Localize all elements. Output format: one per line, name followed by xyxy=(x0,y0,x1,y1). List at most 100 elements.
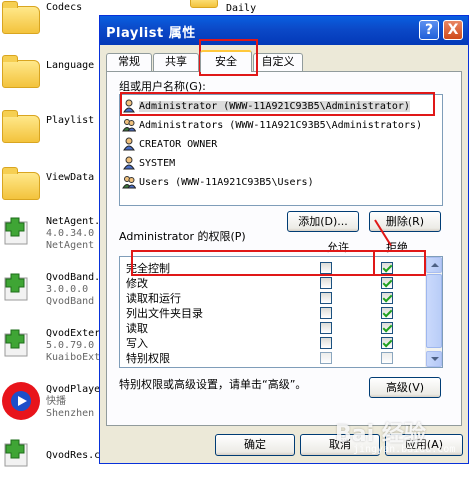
explorer-item-desc: NetAgent xyxy=(46,240,95,251)
explorer-item-playlist[interactable]: Playlist xyxy=(0,110,100,169)
permission-name: 读取和运行 xyxy=(126,292,181,305)
scroll-thumb[interactable] xyxy=(426,274,442,348)
allow-checkbox[interactable] xyxy=(320,292,332,304)
explorer-item-desc: Shenzhen xyxy=(46,408,95,419)
explorer-item-label: QvodExter xyxy=(46,328,101,339)
permission-row: 读取 xyxy=(120,320,426,337)
explorer-item-qvodplayer[interactable]: QvodPlaye 快播 Shenzhen xyxy=(0,382,100,438)
explorer-item-desc: QvodBand xyxy=(46,296,95,307)
explorer-item-version: 3.0.0.0 xyxy=(46,284,89,295)
group-icon xyxy=(122,118,136,132)
explorer-item-label: Playlist xyxy=(46,115,95,126)
deny-checkbox[interactable] xyxy=(381,292,393,304)
permission-name: 写入 xyxy=(126,337,148,350)
allow-checkbox[interactable] xyxy=(320,262,332,274)
qvod-player-icon xyxy=(2,382,40,420)
watermark-sub: jingyan.baidu.com xyxy=(353,444,456,455)
permission-row: 完全控制 xyxy=(120,260,426,277)
properties-dialog: Playlist 属性 ? X 常规 共享 安全 自定义 组或用户名称(G): … xyxy=(99,15,469,464)
deny-checkbox[interactable] xyxy=(381,322,393,334)
scroll-down-button[interactable] xyxy=(426,351,442,367)
dialog-title: Playlist 属性 xyxy=(106,26,196,41)
explorer-item-label: QvodPlaye xyxy=(46,384,101,395)
explorer-item-codecs[interactable]: Codecs xyxy=(0,0,100,56)
explorer-item-language[interactable]: Language xyxy=(0,55,100,114)
user-row-system[interactable]: SYSTEM xyxy=(122,155,175,173)
allow-checkbox[interactable] xyxy=(320,352,332,364)
component-icon xyxy=(4,439,28,467)
tab-customize[interactable]: 自定义 xyxy=(253,53,303,71)
user-icon xyxy=(122,99,136,113)
explorer-item-desc: KuaiboExt xyxy=(46,352,101,363)
tab-general[interactable]: 常规 xyxy=(106,53,152,71)
help-button[interactable]: ? xyxy=(419,20,439,40)
explorer-item-qvodband[interactable]: QvodBand. 3.0.0.0 QvodBand xyxy=(0,270,100,326)
explorer-item-label: QvodRes.c xyxy=(46,450,101,461)
permission-list[interactable]: 特别权限 写入 读取 列出文件夹目录 读取和运行 修改 完全控制 xyxy=(119,256,443,368)
component-icon xyxy=(4,273,28,301)
security-panel: 组或用户名称(G): Administrator (WWW-11A921C93B… xyxy=(106,71,462,426)
add-button[interactable]: 添加(D)... xyxy=(287,211,359,232)
folder-icon xyxy=(2,1,40,34)
explorer-item-label: Codecs xyxy=(46,2,83,13)
folder-icon xyxy=(2,110,40,143)
group-icon xyxy=(122,175,136,189)
user-icon xyxy=(122,156,136,170)
explorer-item-label: Language xyxy=(46,60,95,71)
user-row-creator-owner[interactable]: CREATOR OWNER xyxy=(122,136,217,154)
explorer-item-version: 4.0.34.0 xyxy=(46,228,95,239)
permission-row: 读取和运行 xyxy=(120,290,426,307)
allow-checkbox[interactable] xyxy=(320,322,332,334)
permission-name: 特别权限 xyxy=(126,352,170,365)
tab-security[interactable]: 安全 xyxy=(200,50,252,72)
permission-row: 写入 xyxy=(120,335,426,352)
deny-checkbox[interactable] xyxy=(381,352,393,364)
explorer-item-daily[interactable]: Daily xyxy=(226,3,256,15)
deny-checkbox[interactable] xyxy=(381,307,393,319)
user-name: SYSTEM xyxy=(139,158,176,169)
permission-name: 列出文件夹目录 xyxy=(126,307,203,320)
user-icon xyxy=(122,137,136,151)
scroll-up-button[interactable] xyxy=(426,257,442,273)
tab-sharing[interactable]: 共享 xyxy=(153,53,199,71)
explorer-item-version: 快播 xyxy=(46,396,66,407)
component-icon xyxy=(4,329,28,357)
explorer-item-label: NetAgent. xyxy=(46,216,101,227)
chevron-down-icon xyxy=(431,357,439,361)
explorer-item-version: 5.0.79.0 xyxy=(46,340,95,351)
deny-checkbox[interactable] xyxy=(381,262,393,274)
user-list[interactable]: Administrator (WWW-11A921C93B5\Administr… xyxy=(119,94,443,206)
explorer-item-label: ViewData xyxy=(46,172,95,183)
user-row-administrator[interactable]: Administrator (WWW-11A921C93B5\Administr… xyxy=(122,98,410,116)
allow-checkbox[interactable] xyxy=(320,307,332,319)
allow-checkbox[interactable] xyxy=(320,337,332,349)
user-row-administrators[interactable]: Administrators (WWW-11A921C93B5\Administ… xyxy=(122,117,422,135)
explorer-item-netagent[interactable]: NetAgent. 4.0.34.0 NetAgent xyxy=(0,214,100,270)
allow-header: 允许 xyxy=(327,241,349,254)
permission-row: 特别权限 xyxy=(120,350,426,367)
advanced-button[interactable]: 高级(V) xyxy=(369,377,441,398)
explorer-item-label: QvodBand. xyxy=(46,272,101,283)
watermark: Bai 经验 jingyan.baidu.com xyxy=(335,404,465,460)
user-name: Administrators (WWW-11A921C93B5\Administ… xyxy=(139,120,422,131)
permission-name: 读取 xyxy=(126,322,148,335)
permission-name: 完全控制 xyxy=(126,262,170,275)
allow-checkbox[interactable] xyxy=(320,277,332,289)
permission-scrollbar[interactable] xyxy=(425,257,442,367)
dialog-titlebar[interactable]: Playlist 属性 ? X xyxy=(100,16,468,45)
close-button[interactable]: X xyxy=(443,20,463,40)
component-icon xyxy=(4,217,28,245)
user-name: Users (WWW-11A921C93B5\Users) xyxy=(139,177,314,188)
permission-name: 修改 xyxy=(126,277,148,290)
user-row-users[interactable]: Users (WWW-11A921C93B5\Users) xyxy=(122,174,314,192)
explorer-item-qvodexter[interactable]: QvodExter 5.0.79.0 KuaiboExt xyxy=(0,326,100,382)
ok-button[interactable]: 确定 xyxy=(215,434,295,456)
folder-icon xyxy=(190,0,218,8)
folder-icon xyxy=(2,167,40,200)
advanced-hint: 特别权限或高级设置，请单击“高级”。 xyxy=(119,378,307,391)
deny-checkbox[interactable] xyxy=(381,337,393,349)
explorer-item-qvodres[interactable]: QvodRes.c xyxy=(0,436,100,492)
folder-icon xyxy=(2,55,40,88)
permissions-label: Administrator 的权限(P) xyxy=(119,230,246,243)
deny-checkbox[interactable] xyxy=(381,277,393,289)
